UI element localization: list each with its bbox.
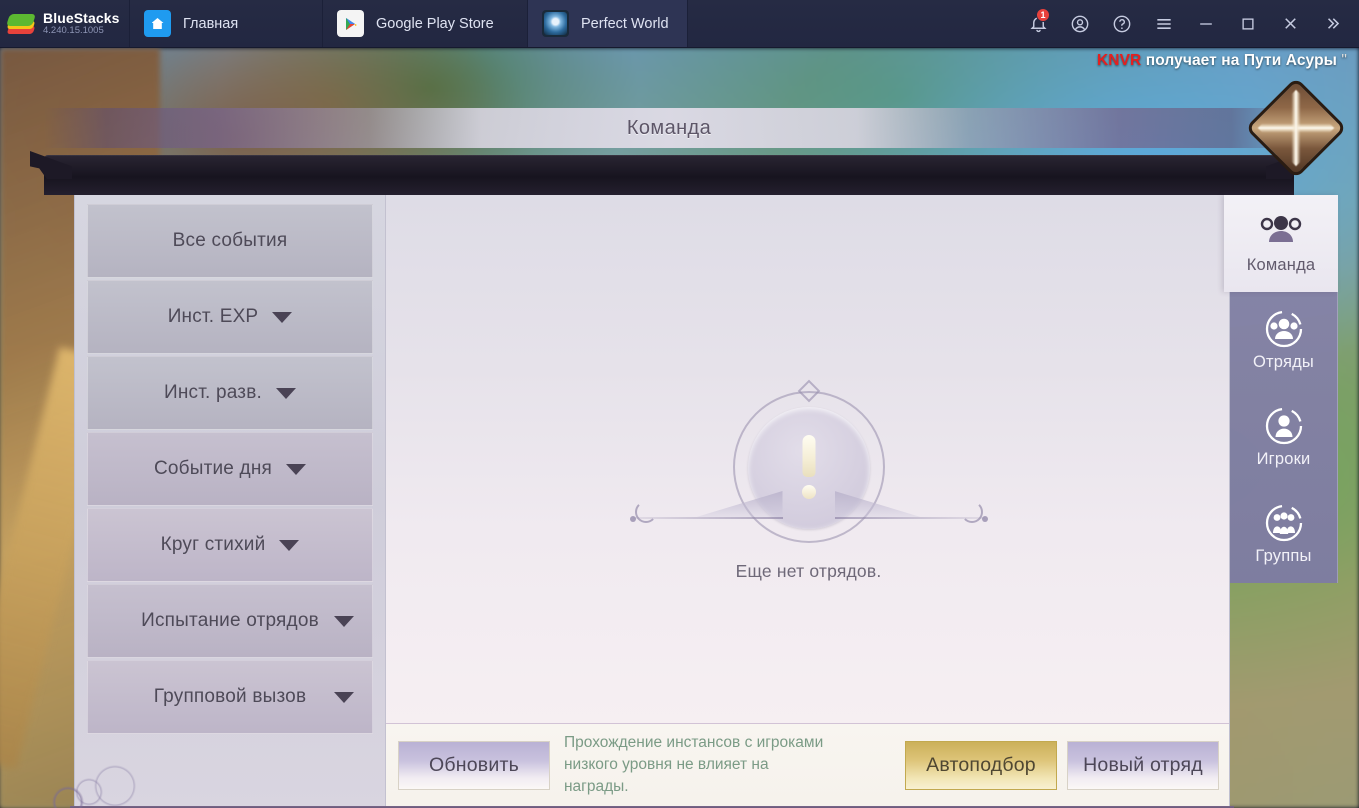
- menu-item-label: Круг стихий: [160, 534, 266, 555]
- empty-state: Еще нет отрядов.: [386, 379, 1229, 582]
- rail-tab-label: Игроки: [1256, 450, 1311, 468]
- tab-google-play-label: Google Play Store: [376, 15, 494, 32]
- groups-icon: [1261, 503, 1307, 543]
- chevron-down-icon: [334, 615, 354, 627]
- chevron-down-icon: [286, 463, 307, 475]
- menu-item-label: Инст. разв.: [163, 382, 262, 403]
- menu-item-group-call[interactable]: Групповой вызов: [87, 660, 373, 734]
- game-viewport: KNVR получает на Пути Асуры " Команда Вс…: [0, 48, 1359, 808]
- menu-item-label: Групповой вызов: [153, 686, 307, 707]
- maximize-icon[interactable]: [1229, 0, 1267, 48]
- team-icon: [1258, 212, 1304, 252]
- bluestacks-version: 4.240.15.1005: [43, 25, 104, 37]
- rail-tab-label: Отряды: [1252, 353, 1314, 371]
- menu-icon[interactable]: [1145, 0, 1183, 48]
- tab-home[interactable]: Главная: [130, 0, 323, 47]
- tab-perfect-world[interactable]: Perfect World: [528, 0, 688, 47]
- menu-item-label: Инст. EXP: [167, 306, 259, 327]
- window-header-bar: [44, 155, 1294, 195]
- help-icon[interactable]: [1103, 0, 1141, 48]
- menu-item-label: Событие дня: [153, 458, 273, 479]
- chevron-down-icon: [272, 311, 293, 323]
- auto-match-button[interactable]: Автоподбор: [905, 740, 1057, 790]
- titlebar-controls: 1: [1019, 0, 1359, 47]
- titlebar-spacer: [688, 0, 1019, 47]
- chevron-down-icon: [334, 691, 354, 703]
- menu-item-inst-exp[interactable]: Инст. EXP: [87, 280, 373, 354]
- tab-google-play-store[interactable]: Google Play Store: [323, 0, 528, 47]
- account-icon[interactable]: [1061, 0, 1099, 48]
- refresh-button[interactable]: Обновить: [398, 740, 550, 790]
- tab-perfect-world-label: Perfect World: [581, 15, 669, 32]
- minimize-icon[interactable]: [1187, 0, 1225, 48]
- rail-tab-squads[interactable]: Отряды: [1230, 292, 1337, 389]
- rail-tab-groups[interactable]: Группы: [1230, 486, 1337, 583]
- window-title-plaque: Команда: [44, 108, 1294, 148]
- close-icon[interactable]: [1271, 0, 1309, 48]
- emblem-wing-left: [629, 491, 783, 527]
- notification-badge: 1: [1036, 7, 1050, 22]
- google-play-icon: [337, 10, 364, 37]
- menu-item-squad-trial[interactable]: Испытание отрядов: [87, 584, 373, 658]
- action-bar: Обновить Прохождение инстансов с игрокам…: [386, 723, 1229, 806]
- rail-tab-players[interactable]: Игроки: [1230, 389, 1337, 486]
- reward-hint-text: Прохождение инстансов с игроками низкого…: [564, 734, 824, 795]
- content-area: Еще нет отрядов.: [386, 195, 1229, 806]
- expand-sidebar-icon[interactable]: [1313, 0, 1351, 48]
- announcement-text: получает на Пути Асуры: [1141, 52, 1337, 69]
- menu-item-label: Испытание отрядов: [141, 610, 319, 631]
- new-squad-button[interactable]: Новый отряд: [1067, 740, 1219, 790]
- menu-item-elements-circle[interactable]: Круг стихий: [87, 508, 373, 582]
- rail-tab-label: Команда: [1246, 256, 1316, 274]
- menu-item-event-of-day[interactable]: Событие дня: [87, 432, 373, 506]
- empty-state-text: Еще нет отрядов.: [735, 561, 882, 581]
- bluestacks-logo-icon: [6, 11, 36, 37]
- menu-item-all-events[interactable]: Все события: [87, 204, 373, 278]
- emblem-wing-right: [834, 491, 988, 527]
- bluestacks-titlebar: BlueStacks 4.240.15.1005 Главная Google …: [0, 0, 1359, 48]
- chevron-down-icon: [279, 539, 300, 551]
- perfect-world-icon: [542, 10, 569, 37]
- players-icon: [1261, 406, 1307, 446]
- exclamation-emblem-icon: [629, 379, 989, 555]
- announcement-tail: ": [1336, 52, 1347, 69]
- menu-item-label: Все события: [172, 230, 288, 251]
- rail-tab-label: Группы: [1255, 547, 1312, 565]
- exclamation-bar: [802, 435, 815, 477]
- bluestacks-brand: BlueStacks 4.240.15.1005: [0, 0, 130, 47]
- home-icon: [144, 10, 171, 37]
- menu-item-inst-razv[interactable]: Инст. разв.: [87, 356, 373, 430]
- bluestacks-brand-name: BlueStacks: [43, 9, 120, 26]
- page-title: Команда: [626, 116, 712, 139]
- team-window: Команда Все события Инст. EXP Инст. разв…: [44, 77, 1347, 808]
- squads-icon: [1261, 309, 1307, 349]
- notifications-icon[interactable]: 1: [1019, 0, 1057, 48]
- announcement-banner: KNVR получает на Пути Асуры ": [1097, 52, 1347, 70]
- window-body: Все события Инст. EXP Инст. разв. Событи…: [74, 195, 1230, 808]
- announcement-player: KNVR: [1097, 52, 1142, 69]
- exclamation-dot: [801, 485, 816, 499]
- rail-tab-team[interactable]: Команда: [1224, 195, 1338, 292]
- left-menu-panel: Все события Инст. EXP Инст. разв. Событи…: [75, 195, 386, 806]
- tab-home-label: Главная: [183, 15, 239, 32]
- right-tab-rail: Команда Отряды Игроки Группы: [1224, 195, 1338, 583]
- chevron-down-icon: [276, 387, 296, 399]
